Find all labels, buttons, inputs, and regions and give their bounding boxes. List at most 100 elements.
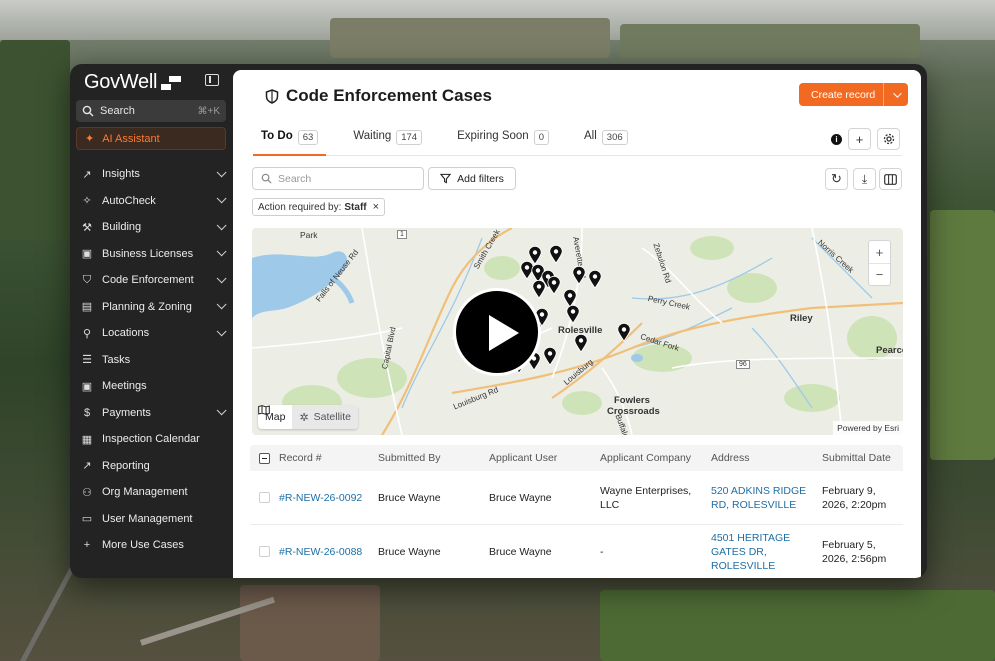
add-filters-label: Add filters <box>457 172 504 185</box>
sidebar-item-label: Reporting <box>102 459 150 472</box>
map-pin-icon[interactable] <box>549 245 563 264</box>
record-link[interactable]: #R-NEW-26-0088 <box>279 546 378 558</box>
map-pin-icon[interactable] <box>588 270 602 289</box>
refresh-button[interactable]: ↻ <box>825 168 848 190</box>
map-pin-icon[interactable] <box>574 334 588 353</box>
map-attribution[interactable]: Powered by Esri <box>833 421 903 435</box>
download-button[interactable]: ⤓ <box>853 168 876 190</box>
create-record-button[interactable]: Create record <box>799 83 908 106</box>
satellite-view-button[interactable]: ✲ Satellite <box>292 405 359 429</box>
field <box>330 18 610 58</box>
sidebar-item-planning-zoning[interactable]: ▤ Planning & Zoning <box>70 294 233 321</box>
hammer-icon: ⚒ <box>82 221 92 234</box>
sidebar-item-label: Insights <box>102 168 140 181</box>
sidebar-item-tasks[interactable]: ☰ Tasks <box>70 347 233 374</box>
columns-button[interactable] <box>879 168 902 190</box>
sidebar-item-label: Locations <box>102 327 150 340</box>
info-icon[interactable]: i <box>831 134 842 145</box>
submitted-by-cell: Bruce Wayne <box>378 545 441 558</box>
sidebar-item-label: Tasks <box>102 353 131 366</box>
sidebar-item-inspection-calendar[interactable]: ▦ Inspection Calendar <box>70 426 233 453</box>
zoom-out-button[interactable]: − <box>869 263 890 285</box>
sidebar-item-insights[interactable]: ↗ Insights <box>70 161 233 188</box>
sidebar-item-autocheck[interactable]: ✧ AutoCheck <box>70 188 233 215</box>
shield-icon: ⛉ <box>82 273 92 286</box>
table-header: Record # Submitted By Applicant User App… <box>250 445 903 471</box>
column-header[interactable]: Address <box>711 451 822 465</box>
sidebar-search[interactable]: Search ⌘+K <box>76 100 226 122</box>
chevron-down-icon <box>216 167 227 178</box>
column-header[interactable]: Applicant Company <box>600 451 711 465</box>
address-link[interactable]: 4501 HERITAGE GATES DR, ROLESVILLE <box>711 531 822 573</box>
map-pin-icon[interactable] <box>566 305 580 324</box>
sidebar-item-code-enforcement[interactable]: ⛉ Code Enforcement <box>70 267 233 294</box>
column-header[interactable]: Applicant User <box>489 452 600 464</box>
map-pin-icon[interactable] <box>547 276 561 295</box>
sidebar-item-payments[interactable]: $ Payments <box>70 400 233 427</box>
chevron-down-icon <box>216 193 227 204</box>
column-header[interactable]: Submittal Date <box>822 451 903 465</box>
sidebar-item-reporting[interactable]: ↗ Reporting <box>70 453 233 480</box>
select-all-cell <box>250 452 279 464</box>
refresh-icon: ↻ <box>831 171 842 186</box>
sidebar-item-building[interactable]: ⚒ Building <box>70 214 233 241</box>
sidebar-item-label: Org Management <box>102 486 188 499</box>
row-checkbox[interactable] <box>259 546 270 557</box>
add-filters-button[interactable]: Add filters <box>428 167 516 190</box>
ai-assistant-button[interactable]: ✦ AI Assistant <box>76 127 226 150</box>
app-window: GovWell Search ⌘+K ✦ AI Assistant ↗ Insig… <box>70 64 927 578</box>
map-view-button[interactable]: Map <box>258 405 292 429</box>
close-icon[interactable]: × <box>373 201 379 213</box>
sparkle-icon: ✦ <box>85 133 95 145</box>
sidebar-item-user-management[interactable]: ▭ User Management <box>70 506 233 533</box>
map-pin-icon[interactable] <box>572 266 586 285</box>
map-label: Park <box>300 230 318 240</box>
table-row[interactable]: #R-NEW-26-0088 Bruce Wayne Bruce Wayne -… <box>250 525 903 578</box>
column-header[interactable]: Submitted By <box>378 452 489 464</box>
govwell-logo[interactable]: GovWell <box>84 71 182 94</box>
create-dropdown-toggle[interactable] <box>884 88 908 98</box>
map-pin-icon[interactable] <box>543 347 557 366</box>
add-view-button[interactable]: + <box>848 128 871 150</box>
sidebar-item-meetings[interactable]: ▣ Meetings <box>70 373 233 400</box>
tab-count: 0 <box>533 130 549 145</box>
map-label: Riley <box>790 313 813 324</box>
sidebar-item-label: More Use Cases <box>102 539 184 552</box>
applicant-user-cell: Bruce Wayne <box>489 545 552 558</box>
row-checkbox[interactable] <box>259 492 270 503</box>
column-header[interactable]: Record # <box>279 452 378 464</box>
tab-expiring-soon[interactable]: Expiring Soon 0 <box>449 130 557 156</box>
map-pin-icon[interactable] <box>532 280 546 299</box>
map-type-toggle: Map ✲ Satellite <box>258 405 359 429</box>
sidebar-item-label: Inspection Calendar <box>102 433 200 446</box>
search-shortcut: ⌘+K <box>197 105 220 117</box>
address-link[interactable]: 520 ADKINS RIDGE RD, ROLESVILLE <box>711 484 822 512</box>
play-video-button[interactable] <box>453 288 541 376</box>
sidebar-item-locations[interactable]: ⚲ Locations <box>70 320 233 347</box>
select-all-checkbox[interactable] <box>259 452 270 464</box>
logo-mark-icon <box>161 75 182 90</box>
zoom-in-button[interactable]: + <box>869 241 890 263</box>
sidebar: GovWell Search ⌘+K ✦ AI Assistant ↗ Insig… <box>70 64 233 578</box>
map-pin-icon[interactable] <box>617 323 631 342</box>
magic-wand-icon: ✧ <box>82 195 92 208</box>
table-row[interactable]: #R-NEW-26-0092 Bruce Wayne Bruce Wayne W… <box>250 471 903 525</box>
tab-all[interactable]: All 306 <box>576 130 636 156</box>
tab-waiting[interactable]: Waiting 174 <box>345 130 430 156</box>
sidebar-item-business-licenses[interactable]: ▣ Business Licenses <box>70 241 233 268</box>
sidebar-collapse-icon[interactable] <box>205 74 219 86</box>
columns-icon <box>884 173 897 185</box>
active-filter-chip[interactable]: Action required by: Staff × <box>252 198 386 216</box>
sidebar-item-more-use-cases[interactable]: + More Use Cases <box>70 532 233 559</box>
tab-count: 174 <box>396 130 423 145</box>
case-map[interactable]: Park Falls of Neuse Rd Capital Blvd Smit… <box>252 228 903 435</box>
sidebar-item-label: Meetings <box>102 380 147 393</box>
field <box>930 210 995 460</box>
applicant-user-cell: Bruce Wayne <box>489 491 552 504</box>
tab-to-do[interactable]: To Do 63 <box>253 130 327 156</box>
field <box>620 24 920 58</box>
sidebar-item-org-management[interactable]: ⚇ Org Management <box>70 479 233 506</box>
record-link[interactable]: #R-NEW-26-0092 <box>279 492 378 504</box>
case-search-input[interactable]: Search <box>252 167 424 190</box>
settings-button[interactable] <box>877 128 900 150</box>
